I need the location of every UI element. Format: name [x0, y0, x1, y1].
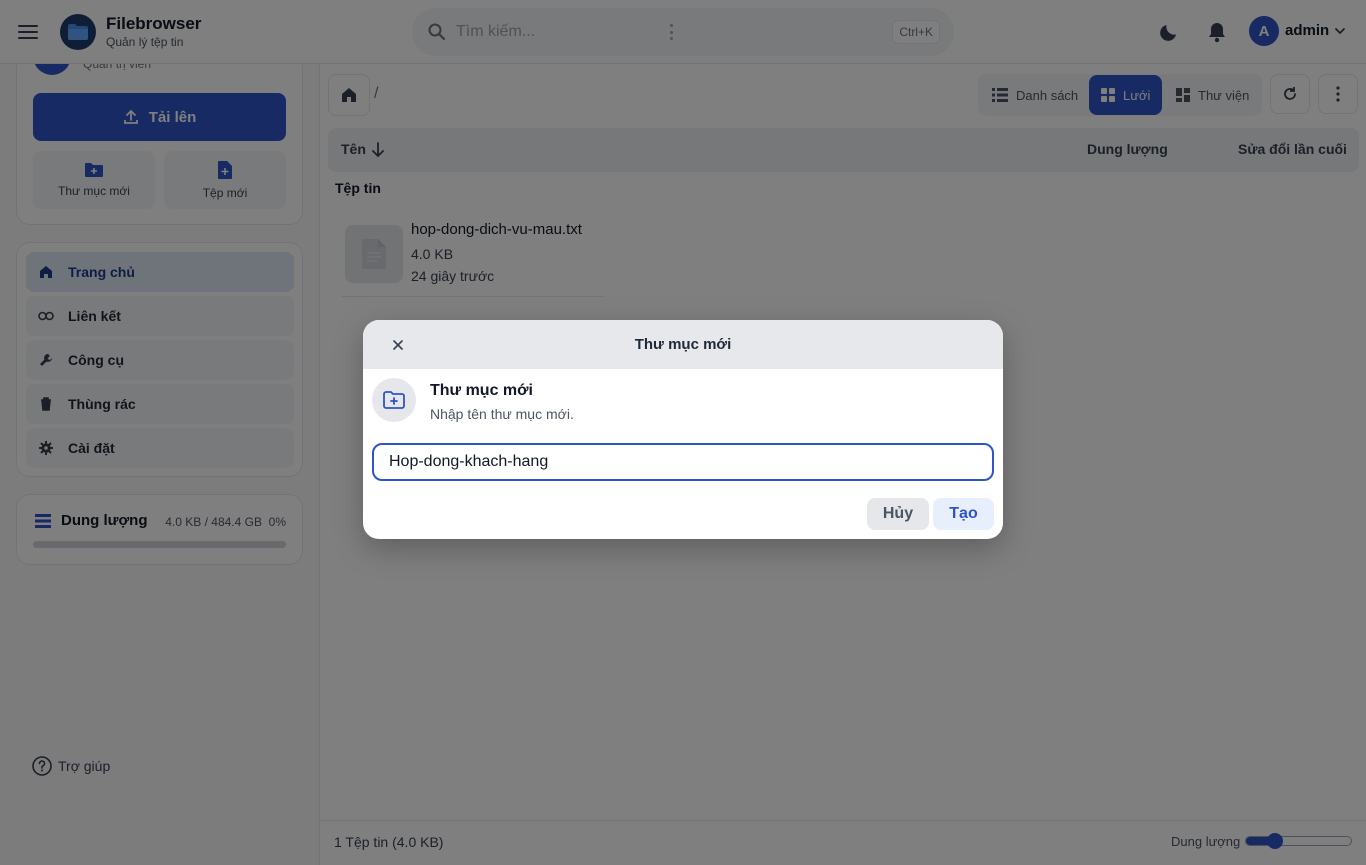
- dialog-description: Nhập tên thư mục mới.: [430, 406, 574, 422]
- dialog-header: Thư mục mới: [363, 320, 1003, 369]
- folder-plus-icon: [372, 378, 416, 422]
- cancel-button[interactable]: Hủy: [867, 498, 929, 530]
- new-folder-dialog: Thư mục mới Thư mục mới Nhập tên thư mục…: [363, 320, 1003, 539]
- create-button[interactable]: Tạo: [933, 498, 994, 530]
- folder-name-input[interactable]: [372, 443, 994, 481]
- dialog-title: Thư mục mới: [634, 336, 732, 353]
- dialog-heading: Thư mục mới: [430, 382, 533, 399]
